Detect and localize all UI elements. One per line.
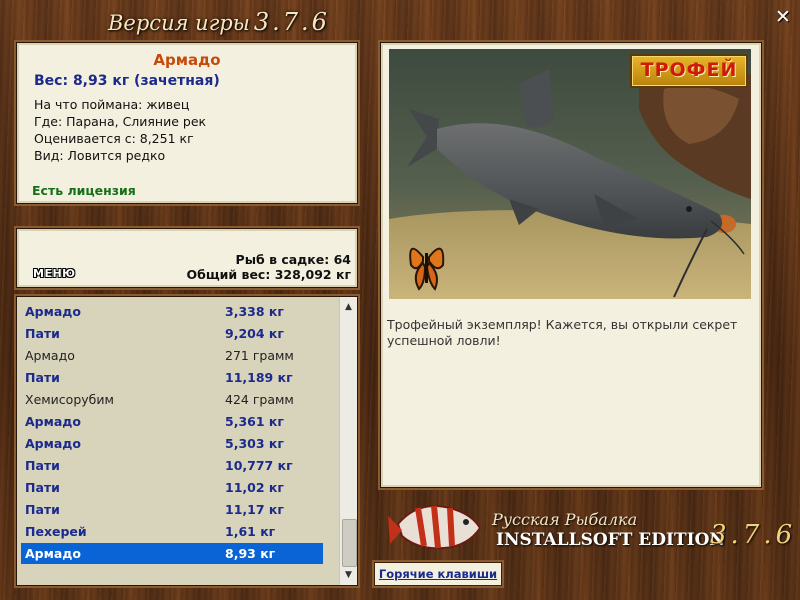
logo-fish-icon [388, 505, 482, 550]
list-item-weight: 9,204 кг [225, 326, 284, 341]
scroll-down-icon[interactable]: ▼ [340, 567, 357, 583]
list-item[interactable]: Армадо 3,338 кг [21, 301, 323, 322]
list-item-name: Хемисорубим [25, 392, 114, 407]
fish-info-panel: Армадо Вес: 8,93 кг (зачетная) На что по… [16, 42, 358, 204]
list-item-name: Армадо [25, 436, 81, 451]
hotkeys-button[interactable]: Горячие клавиши [374, 562, 502, 586]
list-item-weight: 8,93 кг [225, 546, 276, 561]
list-item-name: Пати [25, 502, 60, 517]
list-item-name: Армадо [25, 304, 81, 319]
version-label: Версия игры [108, 11, 250, 35]
scrollbar-thumb[interactable] [342, 519, 357, 567]
list-item[interactable]: Армадо 5,361 кг [21, 411, 323, 432]
list-item-name: Пати [25, 370, 60, 385]
list-item-name: Армадо [25, 546, 81, 561]
list-item-weight: 1,61 кг [225, 524, 276, 539]
list-scrollbar[interactable]: ▲ ▼ [339, 297, 357, 585]
rated-from: Оценивается с: 8,251 кг [34, 131, 194, 146]
list-item-name: Армадо [25, 348, 75, 363]
list-item-name: Пати [25, 480, 60, 495]
fish-weight: Вес: 8,93 кг (зачетная) [34, 73, 220, 89]
list-item[interactable]: Армадо 8,93 кг [21, 543, 323, 564]
list-item[interactable]: Хемисорубим 424 грамм [21, 389, 323, 410]
list-item[interactable]: Пати 9,204 кг [21, 323, 323, 344]
list-item-name: Пати [25, 458, 60, 473]
list-item-name: Армадо [25, 414, 81, 429]
list-item[interactable]: Пати 10,777 кг [21, 455, 323, 476]
catch-list: Армадо 3,338 кг Пати 9,204 кг Армадо 271 гр… [16, 296, 358, 586]
logo-title: Русская Рыбалка [492, 510, 638, 529]
cage-fish-count: Рыб в садке: 64 [235, 252, 351, 267]
list-item-name: Пехерей [25, 524, 87, 539]
caught-where: Где: Парана, Слияние рек [34, 114, 207, 129]
list-item[interactable]: Пати 11,02 кг [21, 477, 323, 498]
list-item-weight: 11,17 кг [225, 502, 284, 517]
logo-edition: INSTALLSOFT EDITION [496, 530, 725, 550]
catch-description: Трофейный экземпляр! Кажется, вы открыли… [387, 317, 738, 348]
version-number: 3.7.6 [253, 8, 330, 36]
list-item[interactable]: Армадо 5,303 кг [21, 433, 323, 454]
list-item-weight: 3,338 кг [225, 304, 284, 319]
list-item-name: Пати [25, 326, 60, 341]
fish-name: Армадо [153, 51, 221, 69]
trophy-badge: ТРОФЕЙ [630, 54, 748, 88]
list-item-weight: 424 грамм [225, 392, 294, 407]
species-rarity: Вид: Ловится редко [34, 148, 166, 163]
list-item-weight: 11,02 кг [225, 480, 284, 495]
game-logo: Русская Рыбалка INSTALLSOFT EDITION 3.7.… [384, 494, 794, 560]
fish-photo-panel: ТРОФЕЙ Трофейный экземпляр! Кажется, вы … [380, 42, 762, 488]
list-item-weight: 11,189 кг [225, 370, 293, 385]
close-button[interactable]: ✕ [774, 6, 792, 28]
logo-version: 3.7.6 [710, 520, 797, 550]
list-item-weight: 5,303 кг [225, 436, 284, 451]
list-item-weight: 271 грамм [225, 348, 294, 363]
fish-photo: ТРОФЕЙ [389, 49, 751, 299]
list-item[interactable]: Пати 11,189 кг [21, 367, 323, 388]
list-item[interactable]: Пехерей 1,61 кг [21, 521, 323, 542]
list-item[interactable]: Армадо 271 грамм [21, 345, 323, 366]
version-title: Версия игры 3.7.6 [108, 8, 330, 36]
list-item[interactable]: Пати 11,17 кг [21, 499, 323, 520]
cage-total-weight: Общий вес: 328,092 кг [186, 267, 352, 282]
caught-with: На что поймана: живец [34, 97, 190, 112]
list-item-weight: 5,361 кг [225, 414, 284, 429]
list-item-weight: 10,777 кг [225, 458, 293, 473]
menu-button[interactable]: МЕНЮ [33, 267, 76, 280]
license-status: Есть лицензия [32, 183, 136, 198]
cage-summary-panel: МЕНЮ Рыб в садке: 64 Общий вес: 328,092 … [16, 228, 358, 288]
scroll-up-icon[interactable]: ▲ [340, 299, 357, 315]
